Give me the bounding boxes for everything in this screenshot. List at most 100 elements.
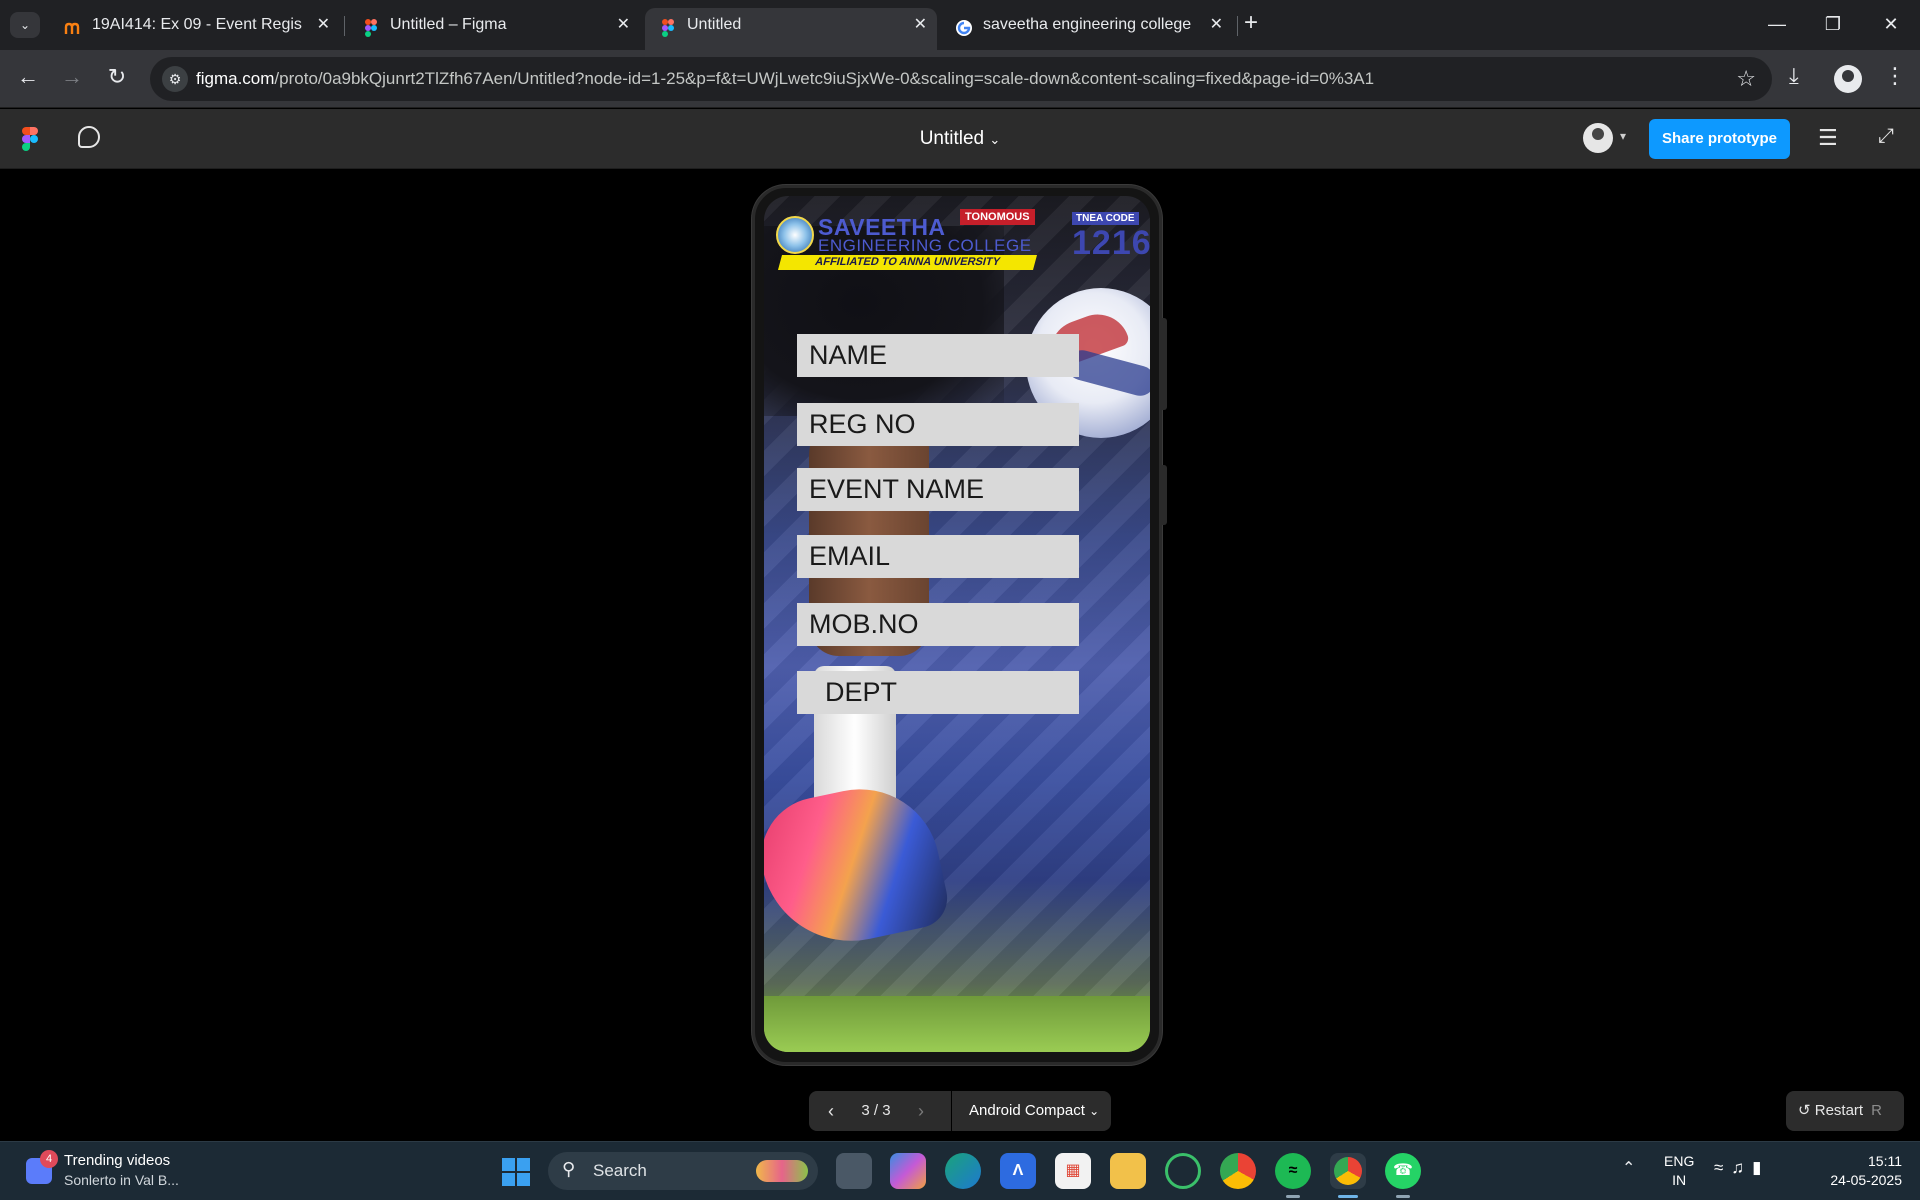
- moodle-icon: [64, 16, 82, 34]
- settings-sliders-icon[interactable]: ☰: [1818, 125, 1838, 151]
- news-widget-title[interactable]: Trending videos: [64, 1152, 170, 1169]
- restart-shortcut: R: [1871, 1102, 1882, 1119]
- tab-figma-file[interactable]: Untitled – Figma ✕: [348, 8, 640, 50]
- address-bar[interactable]: ⚙ figma.com/proto/0a9bkQjunrt2TlZfh67Aen…: [150, 57, 1772, 101]
- wifi-icon: ≈: [1714, 1158, 1732, 1177]
- file-title-dropdown[interactable]: Untitled ⌄: [0, 128, 1920, 150]
- forward-arrow-icon[interactable]: →: [56, 64, 88, 90]
- affiliation-strip: AFFILIATED TO ANNA UNIVERSITY: [777, 255, 1038, 270]
- new-tab-button[interactable]: +: [1244, 9, 1258, 37]
- device-selector[interactable]: Android Compact ⌄: [969, 1091, 1099, 1131]
- system-clock[interactable]: 15:11 24-05-2025: [1812, 1152, 1902, 1190]
- browser-tab-strip: ⌄ 19AI414: Ex 09 - Event Registrat ✕ Unt…: [0, 0, 1920, 50]
- previous-frame-icon[interactable]: ‹: [817, 1091, 845, 1131]
- restart-button[interactable]: ↺ Restart R: [1786, 1091, 1904, 1131]
- tab-title: 19AI414: Ex 09 - Event Registrat: [92, 16, 302, 33]
- chevron-down-icon: ⌄: [989, 132, 1001, 147]
- college-name-line2: ENGINEERING COLLEGE: [818, 236, 1032, 255]
- figma-icon: [659, 16, 677, 37]
- chrome-icon[interactable]: [1220, 1153, 1256, 1189]
- volume-icon: ♫: [1731, 1158, 1753, 1177]
- restart-icon: ↺: [1798, 1102, 1811, 1119]
- reload-icon[interactable]: ↻: [101, 64, 133, 90]
- college-logo-banner: SAVEETHA ENGINEERING COLLEGE TONOMOUS AF…: [776, 208, 1150, 270]
- search-label: Search: [593, 1161, 647, 1180]
- fullscreen-expand-icon[interactable]: ⤢: [1878, 125, 1894, 148]
- address-url[interactable]: figma.com/proto/0a9bkQjunrt2TlZfh67Aen/U…: [196, 69, 1374, 89]
- taskbar-search-box[interactable]: ⚲ Search: [548, 1152, 818, 1190]
- copilot-icon[interactable]: [890, 1153, 926, 1189]
- prototype-screen: SAVEETHA ENGINEERING COLLEGE TONOMOUS AF…: [764, 196, 1150, 1052]
- active-indicator: [1338, 1195, 1358, 1198]
- whatsapp-icon[interactable]: ☎: [1385, 1153, 1421, 1189]
- chevron-down-icon[interactable]: ▾: [1620, 129, 1626, 143]
- figma-icon: [362, 16, 380, 37]
- user-avatar[interactable]: [1583, 123, 1613, 153]
- minimize-window-icon[interactable]: —: [1757, 8, 1797, 40]
- profile-avatar-icon[interactable]: [1834, 65, 1862, 93]
- show-hidden-icons-chevron-icon[interactable]: ⌃: [1622, 1158, 1635, 1178]
- circular-app-icon[interactable]: [1165, 1153, 1201, 1189]
- tab-moodle[interactable]: 19AI414: Ex 09 - Event Registrat ✕: [50, 8, 340, 50]
- close-tab-icon[interactable]: ✕: [317, 8, 330, 42]
- tnea-code-number: 1216: [1072, 224, 1150, 262]
- college-emblem-icon: [776, 216, 814, 254]
- battery-icon: ▮: [1752, 1158, 1770, 1177]
- name-field[interactable]: NAME: [797, 334, 1079, 377]
- search-icon: ⚲: [562, 1159, 576, 1179]
- autonomous-badge: TONOMOUS: [960, 209, 1035, 225]
- windows-taskbar: 4 Trending videos Sonlerto in Val B... ⚲…: [0, 1141, 1920, 1200]
- running-indicator: [1286, 1195, 1300, 1198]
- device-label: Android Compact: [969, 1102, 1085, 1119]
- close-tab-icon[interactable]: ✕: [617, 8, 630, 42]
- google-icon: [955, 16, 973, 36]
- task-view-icon[interactable]: [836, 1153, 872, 1189]
- tab-title: saveetha engineering college -: [983, 16, 1195, 33]
- tab-title: Untitled – Figma: [390, 16, 507, 33]
- share-prototype-button[interactable]: Share prototype: [1649, 119, 1790, 159]
- close-window-icon[interactable]: ✕: [1871, 8, 1911, 40]
- close-tab-icon[interactable]: ✕: [914, 8, 927, 42]
- running-indicator: [1396, 1195, 1410, 1198]
- news-badge: 4: [40, 1150, 58, 1168]
- spotify-icon[interactable]: ≈: [1275, 1153, 1311, 1189]
- restore-window-icon[interactable]: ❐: [1813, 8, 1853, 40]
- file-explorer-icon[interactable]: [1110, 1153, 1146, 1189]
- email-field[interactable]: EMAIL: [797, 535, 1079, 578]
- edge-icon[interactable]: [945, 1153, 981, 1189]
- divider: [951, 1091, 952, 1131]
- event-name-field[interactable]: EVENT NAME: [797, 468, 1079, 511]
- tab-search-button[interactable]: ⌄: [10, 12, 40, 38]
- system-tray-icons[interactable]: ≈♫▮: [1714, 1158, 1769, 1178]
- chevron-down-icon: ⌄: [1089, 1104, 1100, 1118]
- phone-volume-button: [1162, 465, 1167, 525]
- app-launcher-icon[interactable]: Λ: [1000, 1153, 1036, 1189]
- pitch-grass-image: [764, 996, 1150, 1052]
- bookmark-star-icon[interactable]: ☆: [1736, 66, 1756, 92]
- browser-toolbar: ← → ↻ ⚙ figma.com/proto/0a9bkQjunrt2TlZf…: [0, 50, 1920, 108]
- close-tab-icon[interactable]: ✕: [1210, 8, 1223, 42]
- windows-start-icon[interactable]: [502, 1158, 530, 1186]
- tab-divider: [1237, 16, 1238, 36]
- input-language-indicator[interactable]: ENG IN: [1664, 1152, 1694, 1190]
- browser-menu-icon[interactable]: ⋮: [1884, 63, 1906, 89]
- download-icon[interactable]: ⤓: [1789, 63, 1799, 89]
- site-info-icon[interactable]: ⚙: [162, 66, 188, 92]
- chrome-profile-icon[interactable]: [1330, 1153, 1366, 1189]
- tab-figma-prototype[interactable]: Untitled ✕: [645, 8, 937, 50]
- figma-prototype-header: Untitled ⌄ ▾ Share prototype ☰ ⤢: [0, 109, 1920, 169]
- search-highlight-image: [756, 1160, 808, 1182]
- football-boot-image: [764, 774, 953, 958]
- reg-no-field[interactable]: REG NO: [797, 403, 1079, 446]
- prototype-navigation: ‹ 3 / 3 › Android Compact ⌄: [809, 1091, 1111, 1131]
- file-title: Untitled: [919, 128, 985, 149]
- tab-google-search[interactable]: saveetha engineering college - ✕: [941, 8, 1233, 50]
- store-icon[interactable]: ▦: [1055, 1153, 1091, 1189]
- mobile-number-field[interactable]: MOB.NO: [797, 603, 1079, 646]
- department-field[interactable]: DEPT: [797, 671, 1079, 714]
- tab-title: Untitled: [687, 16, 742, 33]
- next-frame-icon[interactable]: ›: [907, 1091, 935, 1131]
- news-widget-subtitle[interactable]: Sonlerto in Val B...: [64, 1172, 179, 1188]
- back-arrow-icon[interactable]: ←: [12, 64, 44, 90]
- frame-counter: 3 / 3: [861, 1102, 891, 1119]
